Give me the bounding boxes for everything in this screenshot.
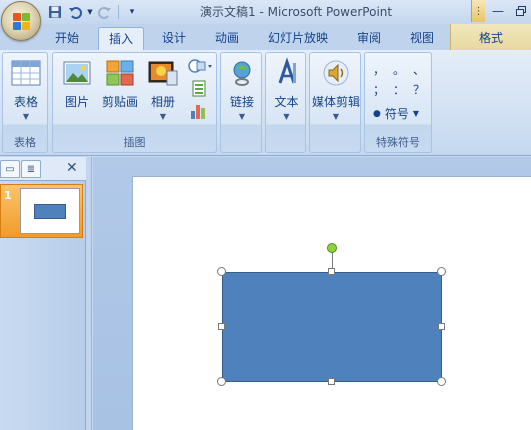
album-button-label: 相册 [150, 95, 175, 109]
window-title: 演示文稿1 - Microsoft PowerPoint [200, 5, 393, 19]
chevron-down-icon: ▼ [332, 112, 340, 121]
slide-thumbnail-row[interactable]: 1 [0, 184, 83, 238]
table-button-label: 表格 [13, 95, 38, 109]
clipart-button-label: 剪贴画 [101, 95, 138, 109]
thumbnail-rectangle [34, 204, 66, 219]
chevron-down-icon: ▼ [412, 109, 420, 118]
symbol-period[interactable]: 。 [393, 61, 405, 78]
shapes-button[interactable] [187, 57, 212, 77]
chevron-down-icon[interactable]: ▼ [86, 3, 94, 21]
qat-separator [118, 5, 119, 19]
resize-handle-right[interactable] [438, 323, 445, 330]
tab-format[interactable]: 格式 [451, 27, 531, 50]
link-button[interactable]: 链接 ▼ [223, 57, 261, 121]
tab-home[interactable]: 开始 [46, 27, 88, 50]
picture-icon [61, 57, 93, 89]
resize-handle-bottom[interactable] [328, 378, 335, 385]
photo-album-icon [147, 57, 179, 89]
symbol-button-label: 符号 [384, 107, 409, 121]
symbol-pause[interactable]: 、 [413, 61, 425, 78]
tab-review[interactable]: 审阅 [347, 27, 391, 50]
rotation-handle[interactable] [327, 243, 337, 253]
resize-handle-top-left[interactable] [217, 267, 226, 276]
pane-tabs: ▭ ≣ ✕ [0, 157, 86, 181]
group-illustrations: 图片 剪贴画 相册 ▼ 插图 [52, 52, 217, 153]
symbol-colon[interactable]: ： [393, 81, 405, 98]
resize-handle-top[interactable] [328, 268, 335, 275]
tab-format-context: 格式 [450, 24, 531, 50]
symbol-button[interactable]: ● 符号 ▼ [373, 105, 419, 122]
tab-design[interactable]: 设计 [152, 27, 196, 50]
symbol-question[interactable]: ？ [413, 81, 425, 98]
symbol-semicolon[interactable]: ； [373, 81, 385, 98]
symbol-grid: ， 。 、 ； ： ？ [371, 61, 429, 111]
symbol-comma[interactable]: ， [373, 61, 385, 78]
speaker-icon [320, 57, 352, 89]
undo-icon[interactable] [66, 3, 84, 21]
context-tab-divider: ⋮ [471, 0, 485, 22]
group-table: 表格 ▼ 表格 [2, 52, 48, 153]
group-links: 链接 ▼ [220, 52, 262, 153]
hyperlink-icon [226, 57, 258, 89]
resize-handle-bottom-left[interactable] [217, 377, 226, 386]
group-label-symbols: 特殊符号 [376, 136, 420, 149]
chevron-down-icon: ▼ [283, 112, 290, 121]
resize-handle-top-right[interactable] [437, 267, 446, 276]
chevron-down-icon: ▼ [238, 112, 246, 121]
ribbon: 表格 ▼ 表格 图片 剪贴画 相册 ▼ 插图 链接 ▼ 文本 ▼ 媒体剪辑 ▼ … [0, 50, 531, 156]
outline-tab-icon[interactable]: ≣ [21, 160, 41, 178]
picture-button[interactable]: 图片 [59, 57, 95, 110]
group-symbols: ， 。 、 ； ： ？ ● 符号 ▼ 特殊符号 [364, 52, 432, 153]
text-button-label: 文本 [274, 95, 299, 109]
office-logo-icon [13, 13, 31, 31]
tab-animation[interactable]: 动画 [205, 27, 249, 50]
album-button[interactable]: 相册 ▼ [145, 57, 181, 121]
slide-thumbnail[interactable] [20, 188, 80, 234]
smartart-icon[interactable] [187, 79, 209, 99]
close-icon[interactable]: ✕ [66, 160, 78, 176]
link-button-label: 链接 [229, 95, 254, 109]
tab-insert[interactable]: 插入 [98, 27, 144, 50]
chart-icon[interactable] [187, 101, 209, 121]
text-button[interactable]: 文本 ▼ [268, 57, 305, 121]
resize-handle-bottom-right[interactable] [437, 377, 446, 386]
chevron-down-icon: ▼ [159, 112, 167, 121]
office-button[interactable] [1, 1, 41, 41]
clipart-icon [104, 57, 136, 89]
pane-splitter[interactable] [86, 157, 92, 430]
table-button[interactable]: 表格 ▼ [7, 57, 45, 121]
slide-number: 1 [4, 189, 12, 202]
restore-icon[interactable] [511, 0, 531, 22]
redo-icon[interactable] [96, 3, 114, 21]
tab-view[interactable]: 视图 [400, 27, 444, 50]
bullet-icon: ● [373, 108, 381, 119]
minimize-icon[interactable]: — [485, 0, 511, 22]
media-button[interactable]: 媒体剪辑 ▼ [311, 57, 361, 121]
save-icon[interactable] [46, 3, 64, 21]
tab-slideshow[interactable]: 幻灯片放映 [260, 27, 336, 50]
media-button-label: 媒体剪辑 [311, 95, 360, 109]
picture-button-label: 图片 [64, 95, 89, 109]
window-controls: ⋮ — [471, 0, 531, 22]
group-label-illustrations: 插图 [123, 136, 146, 149]
selected-rectangle[interactable] [222, 272, 442, 382]
text-box-icon [271, 57, 303, 89]
table-icon [10, 57, 42, 89]
group-text: 文本 ▼ [265, 52, 306, 153]
chevron-down-icon: ▼ [22, 112, 30, 121]
group-label-table: 表格 [14, 136, 36, 149]
clipart-button[interactable]: 剪贴画 [99, 57, 141, 110]
slides-tab-icon[interactable]: ▭ [0, 160, 20, 178]
resize-handle-left[interactable] [218, 323, 225, 330]
slides-pane: ▭ ≣ ✕ 1 [0, 157, 86, 430]
title-bar: ▼ ▾ 演示文稿1 - Microsoft PowerPoint ⋮ — [0, 0, 531, 24]
quick-access-toolbar: ▼ ▾ [46, 2, 141, 22]
group-media: 媒体剪辑 ▼ [309, 52, 361, 153]
customize-icon[interactable]: ▾ [123, 3, 141, 21]
